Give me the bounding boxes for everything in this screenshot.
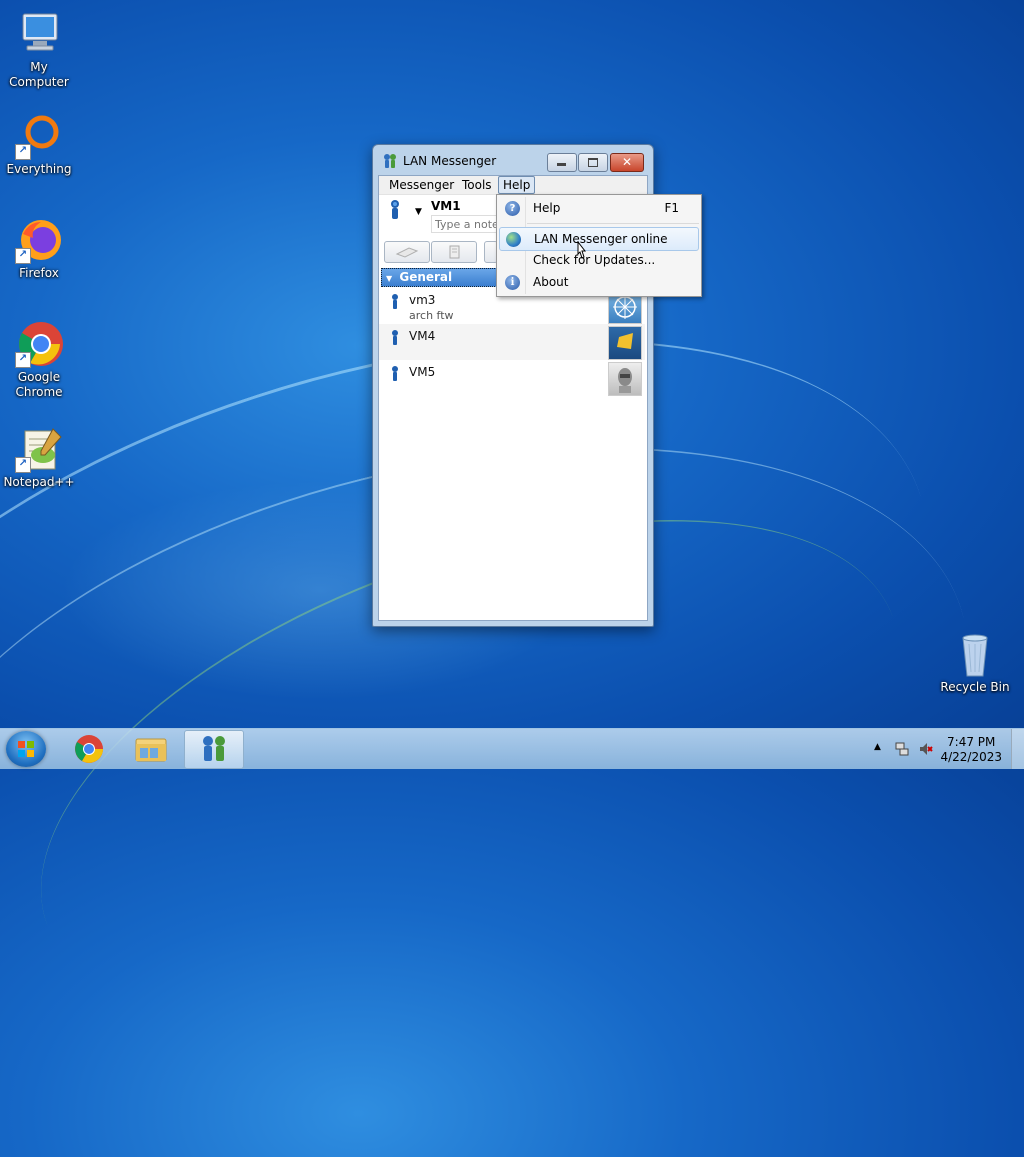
menu-item-help[interactable]: ? Help F1 — [499, 197, 697, 219]
contact-avatar — [608, 362, 642, 396]
desktop-icon-recycle-bin[interactable]: Recycle Bin — [937, 630, 1013, 695]
menu-item-label: About — [533, 275, 569, 289]
show-hidden-icons-icon[interactable]: ▲ — [874, 742, 881, 752]
menu-item-check-for-updates[interactable]: Check for Updates... — [499, 249, 697, 271]
taskbar: ▲ 7:47 PM 4/22/2023 — [0, 728, 1024, 769]
contact-item[interactable]: VM5 — [379, 360, 645, 396]
contact-name: vm3 — [409, 293, 436, 307]
desktop-icon-everything[interactable]: ↗ Everything — [1, 112, 77, 177]
online-status-icon — [391, 330, 399, 346]
taskbar-chrome-button[interactable] — [60, 730, 118, 767]
window-titlebar[interactable]: LAN Messenger ✕ — [373, 145, 653, 177]
menu-separator — [527, 223, 699, 224]
desktop-icon-label: Everything — [6, 162, 72, 176]
menu-bar: Messenger Tools Help — [379, 176, 647, 195]
group-name: General — [399, 270, 453, 284]
contact-avatar — [608, 326, 642, 360]
envelope-icon — [395, 247, 419, 258]
taskbar-explorer-button[interactable] — [122, 730, 180, 767]
info-icon: i — [505, 275, 520, 290]
recycle-bin-icon — [951, 630, 999, 678]
desktop-icon-label: My Computer — [9, 60, 69, 89]
collapse-arrow-icon: ▼ — [386, 274, 393, 283]
desktop-icon-label: Firefox — [19, 266, 59, 280]
menu-messenger[interactable]: Messenger — [385, 177, 458, 193]
menu-item-label: Help — [533, 201, 561, 215]
globe-icon — [506, 232, 521, 247]
lan-messenger-app-icon — [382, 153, 398, 169]
computer-icon — [15, 10, 63, 58]
desktop-icon-label: Recycle Bin — [940, 680, 1010, 694]
group-header-general[interactable]: ▼ General — [381, 268, 501, 287]
menu-item-shortcut: F1 — [664, 201, 679, 215]
show-desktop-button[interactable] — [1011, 729, 1024, 769]
chrome-icon: ↗ — [15, 320, 63, 368]
volume-muted-icon[interactable] — [918, 741, 934, 757]
contact-name: VM5 — [409, 365, 436, 379]
lan-messenger-app-icon — [203, 736, 225, 761]
windows-logo-icon — [18, 741, 34, 757]
taskbar-lan-messenger-button[interactable] — [184, 730, 244, 769]
contact-name: VM4 — [409, 329, 436, 343]
desktop-icon-label: Google Chrome — [15, 370, 63, 399]
menu-item-lan-messenger-online[interactable]: LAN Messenger online — [499, 227, 699, 251]
clock-date: 4/22/2023 — [940, 750, 1002, 764]
close-button[interactable]: ✕ — [610, 153, 644, 172]
help-dropdown-menu: ? Help F1 LAN Messenger online Check for… — [496, 194, 702, 297]
online-status-icon — [391, 366, 399, 382]
clock-time: 7:47 PM — [947, 735, 996, 749]
menu-item-label: LAN Messenger online — [534, 232, 668, 246]
menu-item-label: Check for Updates... — [533, 253, 656, 267]
status-dropdown-arrow-icon[interactable]: ▼ — [415, 207, 422, 217]
everything-icon: ↗ — [15, 112, 63, 160]
restore-icon — [588, 158, 598, 167]
desktop-icon-label: Notepad++ — [3, 475, 75, 489]
desktop-icon-notepad-plus-plus[interactable]: ↗ Notepad++ — [1, 425, 77, 490]
shortcut-arrow-icon: ↗ — [15, 144, 31, 160]
chrome-icon — [75, 735, 103, 763]
desktop-icon-firefox[interactable]: ↗ Firefox — [1, 216, 77, 281]
minimize-icon — [557, 163, 566, 166]
menu-item-about[interactable]: i About — [499, 271, 697, 293]
contact-item[interactable]: VM4 — [379, 324, 645, 360]
menu-help[interactable]: Help — [498, 176, 536, 194]
send-file-button[interactable] — [431, 241, 477, 263]
folder-icon — [135, 738, 167, 762]
online-status-icon — [391, 294, 399, 310]
window-title: LAN Messenger — [403, 154, 497, 168]
shortcut-arrow-icon: ↗ — [15, 457, 31, 473]
contact-note: arch ftw — [409, 309, 454, 322]
start-button[interactable] — [6, 731, 46, 767]
status-icon[interactable] — [389, 200, 401, 223]
broadcast-button[interactable] — [384, 241, 430, 263]
shortcut-arrow-icon: ↗ — [15, 352, 31, 368]
system-tray: ▲ 7:47 PM 4/22/2023 — [864, 729, 1024, 769]
desktop-icon-my-computer[interactable]: My Computer — [1, 10, 77, 90]
shortcut-arrow-icon: ↗ — [15, 248, 31, 264]
minimize-button[interactable] — [547, 153, 577, 172]
menu-tools[interactable]: Tools — [458, 177, 496, 193]
file-icon — [449, 245, 460, 259]
help-icon: ? — [505, 201, 520, 216]
user-name: VM1 — [431, 199, 461, 213]
notepad-plus-plus-icon: ↗ — [15, 425, 63, 473]
maximize-button[interactable] — [578, 153, 608, 172]
desktop-icon-google-chrome[interactable]: ↗ Google Chrome — [1, 320, 77, 400]
firefox-icon: ↗ — [15, 216, 63, 264]
mouse-cursor-icon — [577, 241, 587, 259]
close-icon: ✕ — [622, 155, 633, 169]
clock[interactable]: 7:47 PM 4/22/2023 — [940, 735, 1002, 765]
network-icon[interactable] — [894, 741, 910, 757]
